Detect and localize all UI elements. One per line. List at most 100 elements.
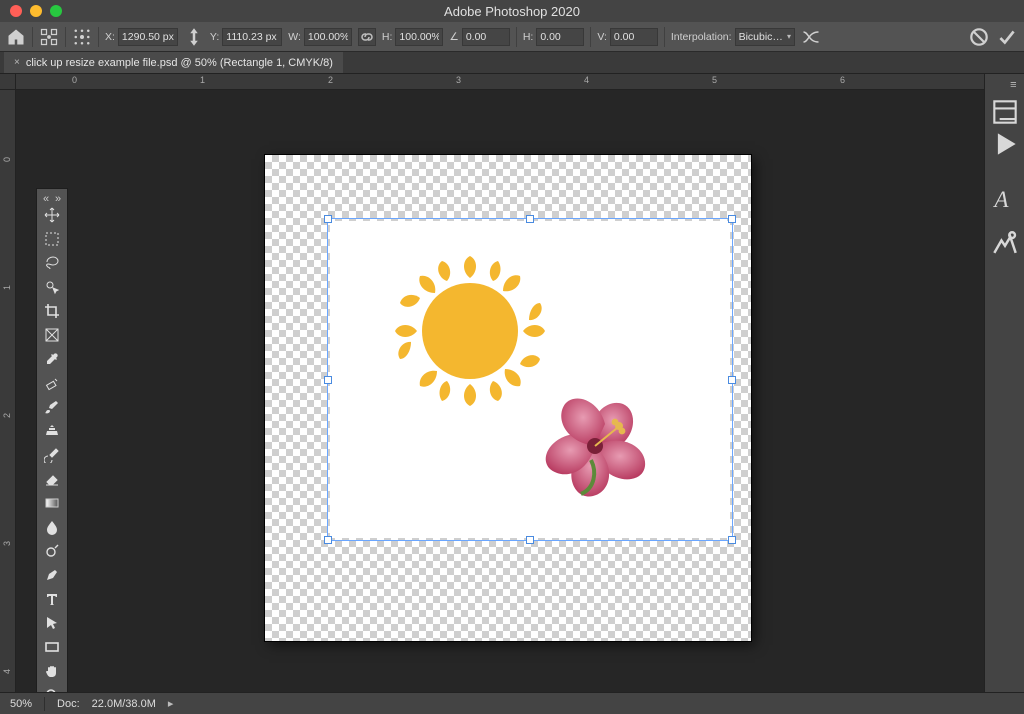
adjustments-panel-icon[interactable] [989, 230, 1021, 258]
skew-v-input[interactable] [610, 28, 658, 46]
document-tab[interactable]: × click up resize example file.psd @ 50%… [4, 52, 343, 73]
rectangular-marquee-tool[interactable] [38, 227, 66, 251]
layers-panel-icon[interactable] [989, 98, 1021, 126]
window-controls [0, 5, 62, 17]
ruler-tick: 0 [2, 157, 12, 162]
minimize-window-button[interactable] [30, 5, 42, 17]
vertical-ruler[interactable]: 0 1 2 3 4 [0, 90, 16, 692]
close-window-button[interactable] [10, 5, 22, 17]
ruler-tick: 6 [840, 75, 845, 85]
aspect-link-icon[interactable] [358, 28, 376, 46]
ruler-tick: 0 [72, 75, 77, 85]
brush-tool[interactable] [38, 395, 66, 419]
document-tabs: × click up resize example file.psd @ 50%… [0, 52, 1024, 74]
canvas-area[interactable]: «» ••• [16, 90, 984, 692]
status-flyout-icon[interactable]: ▸ [168, 697, 174, 710]
x-label: X: [105, 31, 115, 43]
transform-w-field: W: [288, 28, 352, 46]
maximize-window-button[interactable] [50, 5, 62, 17]
doc-size-value: 22.0M/38.0M [92, 698, 156, 710]
ruler-tick: 1 [200, 75, 205, 85]
separator [516, 27, 517, 47]
layer-rectangle-1[interactable] [330, 221, 730, 538]
titlebar: Adobe Photoshop 2020 [0, 0, 1024, 22]
h-label: H: [382, 31, 393, 43]
gradient-tool[interactable] [38, 491, 66, 515]
rectangle-tool[interactable] [38, 635, 66, 659]
svg-text:A: A [992, 186, 1009, 212]
workspace: 0123456 01234 «» ••• [0, 74, 1024, 692]
warp-mode-icon[interactable] [801, 27, 821, 47]
ruler-tick: 1 [2, 285, 12, 290]
interpolation-label: Interpolation: [671, 31, 732, 43]
ruler-tick: 3 [456, 75, 461, 85]
type-tool[interactable] [38, 587, 66, 611]
frame-tool[interactable] [38, 323, 66, 347]
transform-x-field: X: [105, 28, 178, 46]
hand-tool[interactable] [38, 659, 66, 683]
app-title: Adobe Photoshop 2020 [0, 4, 1024, 19]
ruler-origin[interactable] [0, 74, 16, 90]
separator [32, 27, 33, 47]
play-icon[interactable] [989, 130, 1021, 158]
options-bar: X: Y: W: H: ∠ H: V: Interpolation: Bicub… [0, 22, 1024, 52]
swap-xy-icon[interactable] [184, 27, 204, 47]
w-input[interactable] [304, 28, 352, 46]
dodge-tool[interactable] [38, 539, 66, 563]
angle-input[interactable] [462, 28, 510, 46]
transform-h-field: H: [382, 28, 444, 46]
move-tool[interactable] [38, 203, 66, 227]
interpolation-value: Bicubic… [739, 31, 783, 43]
flower-graphic [546, 398, 645, 496]
cancel-transform-icon[interactable] [968, 26, 990, 48]
eraser-tool[interactable] [38, 467, 66, 491]
spot-healing-brush-tool[interactable] [38, 371, 66, 395]
x-input[interactable] [118, 28, 178, 46]
lasso-tool[interactable] [38, 251, 66, 275]
angle-label: ∠ [449, 31, 458, 43]
ruler-tick: 4 [2, 669, 12, 674]
skew-h-input[interactable] [536, 28, 584, 46]
zoom-tool[interactable] [38, 683, 66, 692]
close-tab-icon[interactable]: × [14, 57, 20, 68]
panel-menu-icon[interactable]: ≡ [989, 76, 1021, 94]
reference-point-icon[interactable] [39, 27, 59, 47]
horizontal-ruler[interactable]: 0123456 [16, 74, 984, 90]
separator [664, 27, 665, 47]
ruler-tick: 2 [2, 413, 12, 418]
skew-h-field: H: [523, 28, 585, 46]
document-tab-title: click up resize example file.psd @ 50% (… [26, 57, 333, 69]
ruler-tick: 2 [328, 75, 333, 85]
transform-y-field: Y: [210, 28, 282, 46]
zoom-level[interactable]: 50% [10, 698, 32, 710]
pen-tool[interactable] [38, 563, 66, 587]
skew-v-label: V: [597, 31, 607, 43]
home-icon[interactable] [6, 27, 26, 47]
separator [44, 697, 45, 711]
eyedropper-tool[interactable] [38, 347, 66, 371]
h-input[interactable] [395, 28, 443, 46]
interpolation-select[interactable]: Bicubic… [735, 28, 795, 46]
blur-tool[interactable] [38, 515, 66, 539]
right-panel-dock: ≡ A [984, 74, 1024, 692]
history-brush-tool[interactable] [38, 443, 66, 467]
ruler-tick: 3 [2, 541, 12, 546]
reference-point-grid-icon[interactable] [72, 27, 92, 47]
artwork [330, 221, 730, 538]
y-input[interactable] [222, 28, 282, 46]
commit-transform-icon[interactable] [996, 26, 1018, 48]
crop-tool[interactable] [38, 299, 66, 323]
doc-size-label: Doc: [57, 698, 80, 710]
tools-panel-grip[interactable]: «» [43, 193, 61, 199]
skew-v-field: V: [597, 28, 658, 46]
w-label: W: [288, 31, 301, 43]
clone-stamp-tool[interactable] [38, 419, 66, 443]
separator [65, 27, 66, 47]
ruler-tick: 4 [584, 75, 589, 85]
status-bar: 50% Doc: 22.0M/38.0M ▸ [0, 692, 1024, 714]
y-label: Y: [210, 31, 219, 43]
quick-selection-tool[interactable] [38, 275, 66, 299]
document-canvas[interactable] [265, 155, 751, 641]
path-selection-tool[interactable] [38, 611, 66, 635]
character-panel-icon[interactable]: A [989, 184, 1021, 212]
